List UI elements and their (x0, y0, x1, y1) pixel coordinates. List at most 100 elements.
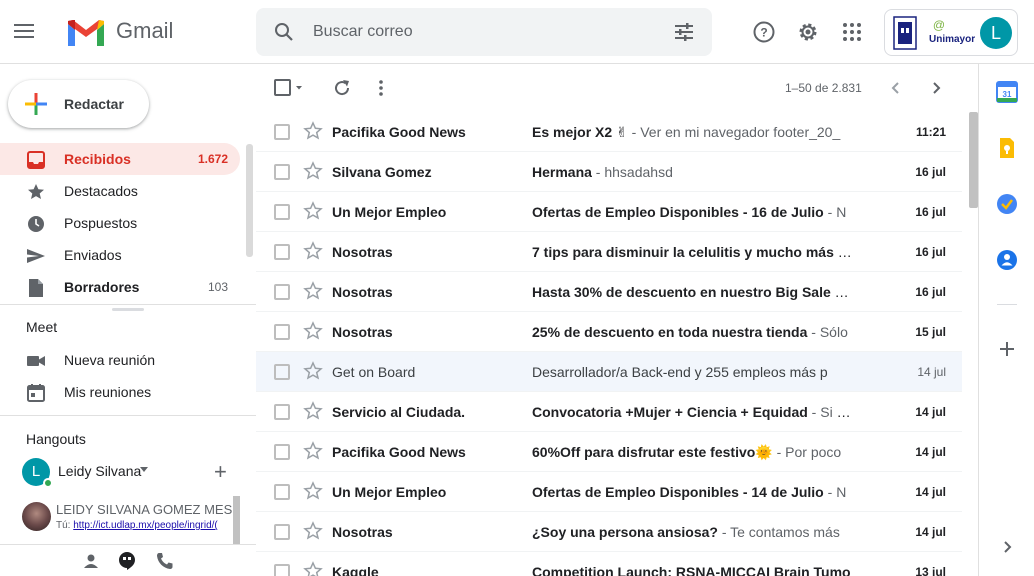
star-icon[interactable] (303, 361, 323, 381)
email-row[interactable]: Pacifika Good News 60%Off para disfrutar … (256, 432, 962, 472)
account-switcher[interactable]: @ Unimayor L (884, 9, 1018, 56)
email-row[interactable]: Un Mejor Empleo Ofertas de Empleo Disponi… (256, 472, 962, 512)
star-icon[interactable] (303, 241, 323, 261)
sidebar-scrollbar[interactable] (246, 144, 253, 257)
chat-preview-link[interactable]: http://ict.udlap.mx/people/ingrid/( (73, 520, 218, 531)
nav-item-inbox[interactable]: Recibidos 1.672 (0, 143, 240, 175)
email-content: 7 tips para disminuir la celulitis y muc… (532, 244, 852, 260)
email-subject: 7 tips para disminuir la celulitis y muc… (532, 244, 834, 260)
row-checkbox[interactable] (274, 484, 290, 500)
top-header: Gmail Buscar correo ? @ Unimayor L (0, 0, 1034, 64)
add-icon[interactable]: + (214, 459, 227, 485)
email-sender: Get on Board (332, 364, 416, 380)
email-row[interactable]: Nosotras Hasta 30% de descuento en nuestr… (256, 272, 962, 312)
nav-item-starred[interactable]: Destacados (0, 175, 240, 207)
chat-scrollbar[interactable] (233, 496, 240, 544)
hangouts-user[interactable]: L Leidy Silvana + (22, 456, 252, 488)
chevron-right-icon[interactable] (996, 536, 1018, 558)
star-icon[interactable] (303, 321, 323, 341)
row-checkbox[interactable] (274, 364, 290, 380)
search-icon[interactable] (272, 20, 296, 44)
row-checkbox[interactable] (274, 124, 290, 140)
gmail-logo-icon[interactable] (66, 18, 106, 48)
star-icon[interactable] (303, 561, 323, 576)
email-row[interactable]: Nosotras ¿Soy una persona ansiosa? - Te c… (256, 512, 962, 552)
chevron-down-icon[interactable] (140, 467, 148, 472)
email-subject: Hasta 30% de descuento en nuestro Big Sa… (532, 284, 831, 300)
row-checkbox[interactable] (274, 444, 290, 460)
organization-name: Unimayor (929, 34, 976, 45)
email-subject: Desarrollador/a Back-end y 255 empleos m… (532, 364, 828, 380)
account-avatar[interactable]: L (980, 17, 1012, 49)
chevron-right-icon[interactable] (926, 78, 946, 98)
person-icon[interactable] (81, 551, 101, 571)
star-icon[interactable] (303, 201, 323, 221)
menu-icon[interactable] (14, 20, 58, 44)
email-subject: 60%Off para disfrutar este festivo🌞 (532, 444, 773, 460)
nav-item-snoozed[interactable]: Pospuestos (0, 207, 240, 239)
email-row[interactable]: Nosotras 7 tips para disminuir la celulit… (256, 232, 962, 272)
hangouts-chat-icon[interactable] (117, 551, 137, 571)
row-checkbox[interactable] (274, 324, 290, 340)
email-date: 14 jul (917, 365, 946, 379)
email-row[interactable]: Un Mejor Empleo Ofertas de Empleo Disponi… (256, 192, 962, 232)
star-icon[interactable] (303, 521, 323, 541)
email-row[interactable]: Kaggle Competition Launch: RSNA-MICCAI Br… (256, 552, 962, 576)
email-row[interactable]: Pacifika Good News Es mejor X2 ✌ - Ver en… (256, 112, 962, 152)
row-checkbox[interactable] (274, 564, 290, 576)
help-icon[interactable]: ? (752, 20, 776, 44)
row-checkbox[interactable] (274, 284, 290, 300)
email-sender: Pacifika Good News (332, 444, 466, 460)
email-content: Competition Launch: RSNA-MICCAI Brain Tu… (532, 564, 852, 576)
keep-icon[interactable] (996, 137, 1018, 159)
email-date: 13 jul (915, 565, 946, 576)
meet-section-title: Meet (26, 319, 58, 335)
apps-icon[interactable] (840, 20, 864, 44)
star-icon[interactable] (303, 281, 323, 301)
list-scrollbar[interactable] (967, 112, 978, 576)
star-icon[interactable] (303, 401, 323, 421)
hangouts-bottom-bar (0, 544, 256, 576)
email-row[interactable]: Get on Board Desarrollador/a Back-end y 2… (256, 352, 962, 392)
email-sender: Nosotras (332, 524, 393, 540)
star-icon[interactable] (303, 121, 323, 141)
nav-item-drafts[interactable]: Borradores 103 (0, 271, 240, 303)
row-checkbox[interactable] (274, 164, 290, 180)
settings-icon[interactable] (796, 20, 820, 44)
email-content: 60%Off para disfrutar este festivo🌞 - Po… (532, 444, 852, 461)
row-checkbox[interactable] (274, 524, 290, 540)
add-icon[interactable] (996, 338, 1018, 360)
email-snippet: - N (823, 204, 847, 220)
chat-conversation[interactable]: LEIDY SILVANA GOMEZ MES Tú: http://ict.u… (22, 498, 232, 538)
email-date: 16 jul (915, 245, 946, 259)
tune-icon[interactable] (672, 20, 696, 44)
more-options-icon[interactable] (371, 78, 391, 98)
chevron-left-icon[interactable] (886, 78, 906, 98)
select-all-checkbox[interactable] (273, 78, 303, 98)
search-input[interactable]: Buscar correo (313, 23, 413, 41)
new-meeting-item[interactable]: Nueva reunión (0, 344, 240, 376)
email-row[interactable]: Silvana Gomez Hermana - hhsadahsd 16 jul (256, 152, 962, 192)
email-snippet: - N (837, 244, 852, 260)
calendar-app-icon[interactable]: 31 (996, 81, 1018, 103)
star-icon[interactable] (303, 481, 323, 501)
contacts-icon[interactable] (996, 249, 1018, 271)
video-icon (27, 356, 45, 366)
tasks-icon[interactable] (996, 193, 1018, 215)
scrollbar-thumb[interactable] (969, 112, 978, 208)
star-icon[interactable] (303, 441, 323, 461)
email-row[interactable]: Servicio al Ciudada. Convocatoria +Mujer … (256, 392, 962, 432)
nav-item-sent[interactable]: Enviados (0, 239, 240, 271)
search-bar[interactable]: Buscar correo (256, 8, 712, 56)
email-row[interactable]: Nosotras 25% de descuento en toda nuestra… (256, 312, 962, 352)
row-checkbox[interactable] (274, 244, 290, 260)
star-icon[interactable] (303, 161, 323, 181)
compose-button[interactable]: Redactar (8, 80, 149, 128)
list-toolbar: 1–50 de 2.831 (256, 64, 978, 112)
row-checkbox[interactable] (274, 404, 290, 420)
refresh-icon[interactable] (332, 78, 352, 98)
row-checkbox[interactable] (274, 204, 290, 220)
section-resize-handle[interactable] (112, 308, 144, 311)
phone-icon[interactable] (155, 551, 175, 571)
my-meetings-item[interactable]: Mis reuniones (0, 376, 240, 408)
